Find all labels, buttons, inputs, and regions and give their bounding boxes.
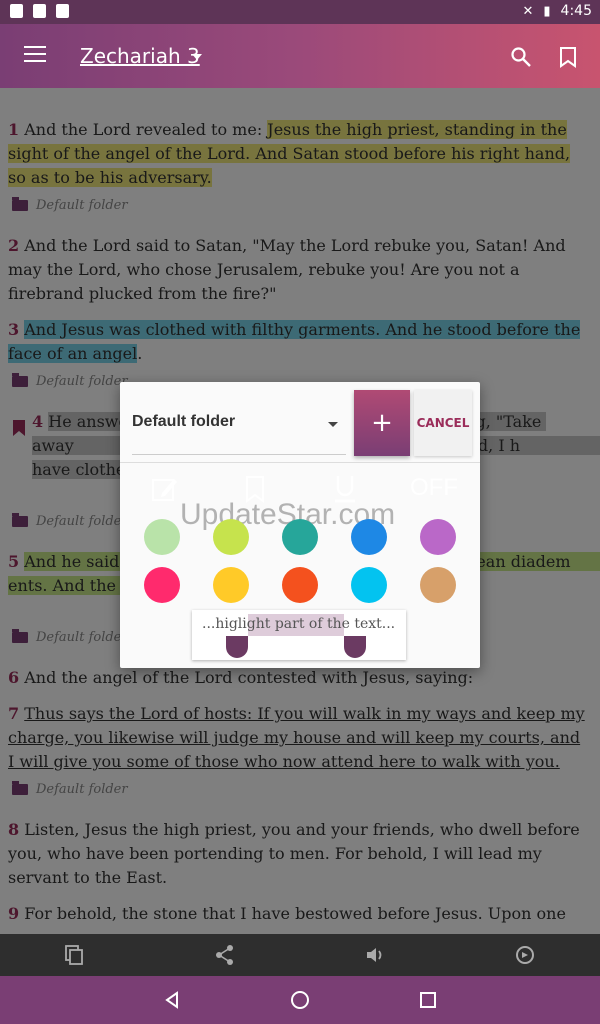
recents-icon[interactable] <box>416 988 440 1012</box>
color-swatch[interactable] <box>213 567 249 603</box>
divider <box>120 462 480 463</box>
color-swatch[interactable] <box>282 567 318 603</box>
app-bar: Zechariah 3 <box>0 24 600 88</box>
battery-icon: ▮ <box>543 3 551 19</box>
chapter-title[interactable]: Zechariah 3 <box>80 44 200 68</box>
selection-handle-right[interactable] <box>344 636 366 658</box>
highlight-off-button[interactable]: OFF <box>410 474 458 502</box>
cancel-button[interactable]: CANCEL <box>414 390 472 456</box>
speaker-icon[interactable] <box>363 943 387 967</box>
dropdown-arrow-icon <box>328 422 338 427</box>
no-signal-icon: ✕ <box>522 3 534 19</box>
color-swatch[interactable] <box>420 567 456 603</box>
a-app-icon <box>56 4 69 18</box>
color-swatch[interactable] <box>144 567 180 603</box>
notification-icons <box>10 4 69 18</box>
system-nav-bar <box>0 976 600 1024</box>
status-bar: ✕ ▮ 4:45 <box>0 0 600 24</box>
highlight-preview: ...higlight part of the text... <box>192 610 406 660</box>
color-swatch[interactable] <box>351 519 387 555</box>
selection-handle-left[interactable] <box>226 636 248 658</box>
color-swatch[interactable] <box>213 519 249 555</box>
color-swatch[interactable] <box>351 567 387 603</box>
sync-icon[interactable] <box>513 943 537 967</box>
color-swatch[interactable] <box>144 519 180 555</box>
clock: 4:45 <box>560 3 592 19</box>
copy-icon[interactable] <box>62 943 86 967</box>
bottom-action-bar <box>0 934 600 976</box>
back-icon[interactable] <box>160 988 184 1012</box>
search-icon[interactable] <box>510 46 532 68</box>
menu-icon[interactable] <box>24 46 46 64</box>
edit-note-button[interactable] <box>145 472 185 506</box>
folder-dropdown[interactable]: Default folder <box>132 408 346 455</box>
color-swatch[interactable] <box>282 519 318 555</box>
n-app-icon <box>33 4 46 18</box>
sd-card-icon <box>10 4 23 18</box>
color-swatch[interactable] <box>420 519 456 555</box>
highlight-dialog: Default folder + CANCEL OFF UpdateStar.c… <box>120 382 480 668</box>
home-icon[interactable] <box>288 988 312 1012</box>
share-icon[interactable] <box>213 943 237 967</box>
chevron-down-icon[interactable] <box>192 54 202 60</box>
add-folder-button[interactable]: + <box>354 390 410 456</box>
edit-icon <box>152 479 177 501</box>
bookmark-icon[interactable] <box>558 46 578 68</box>
